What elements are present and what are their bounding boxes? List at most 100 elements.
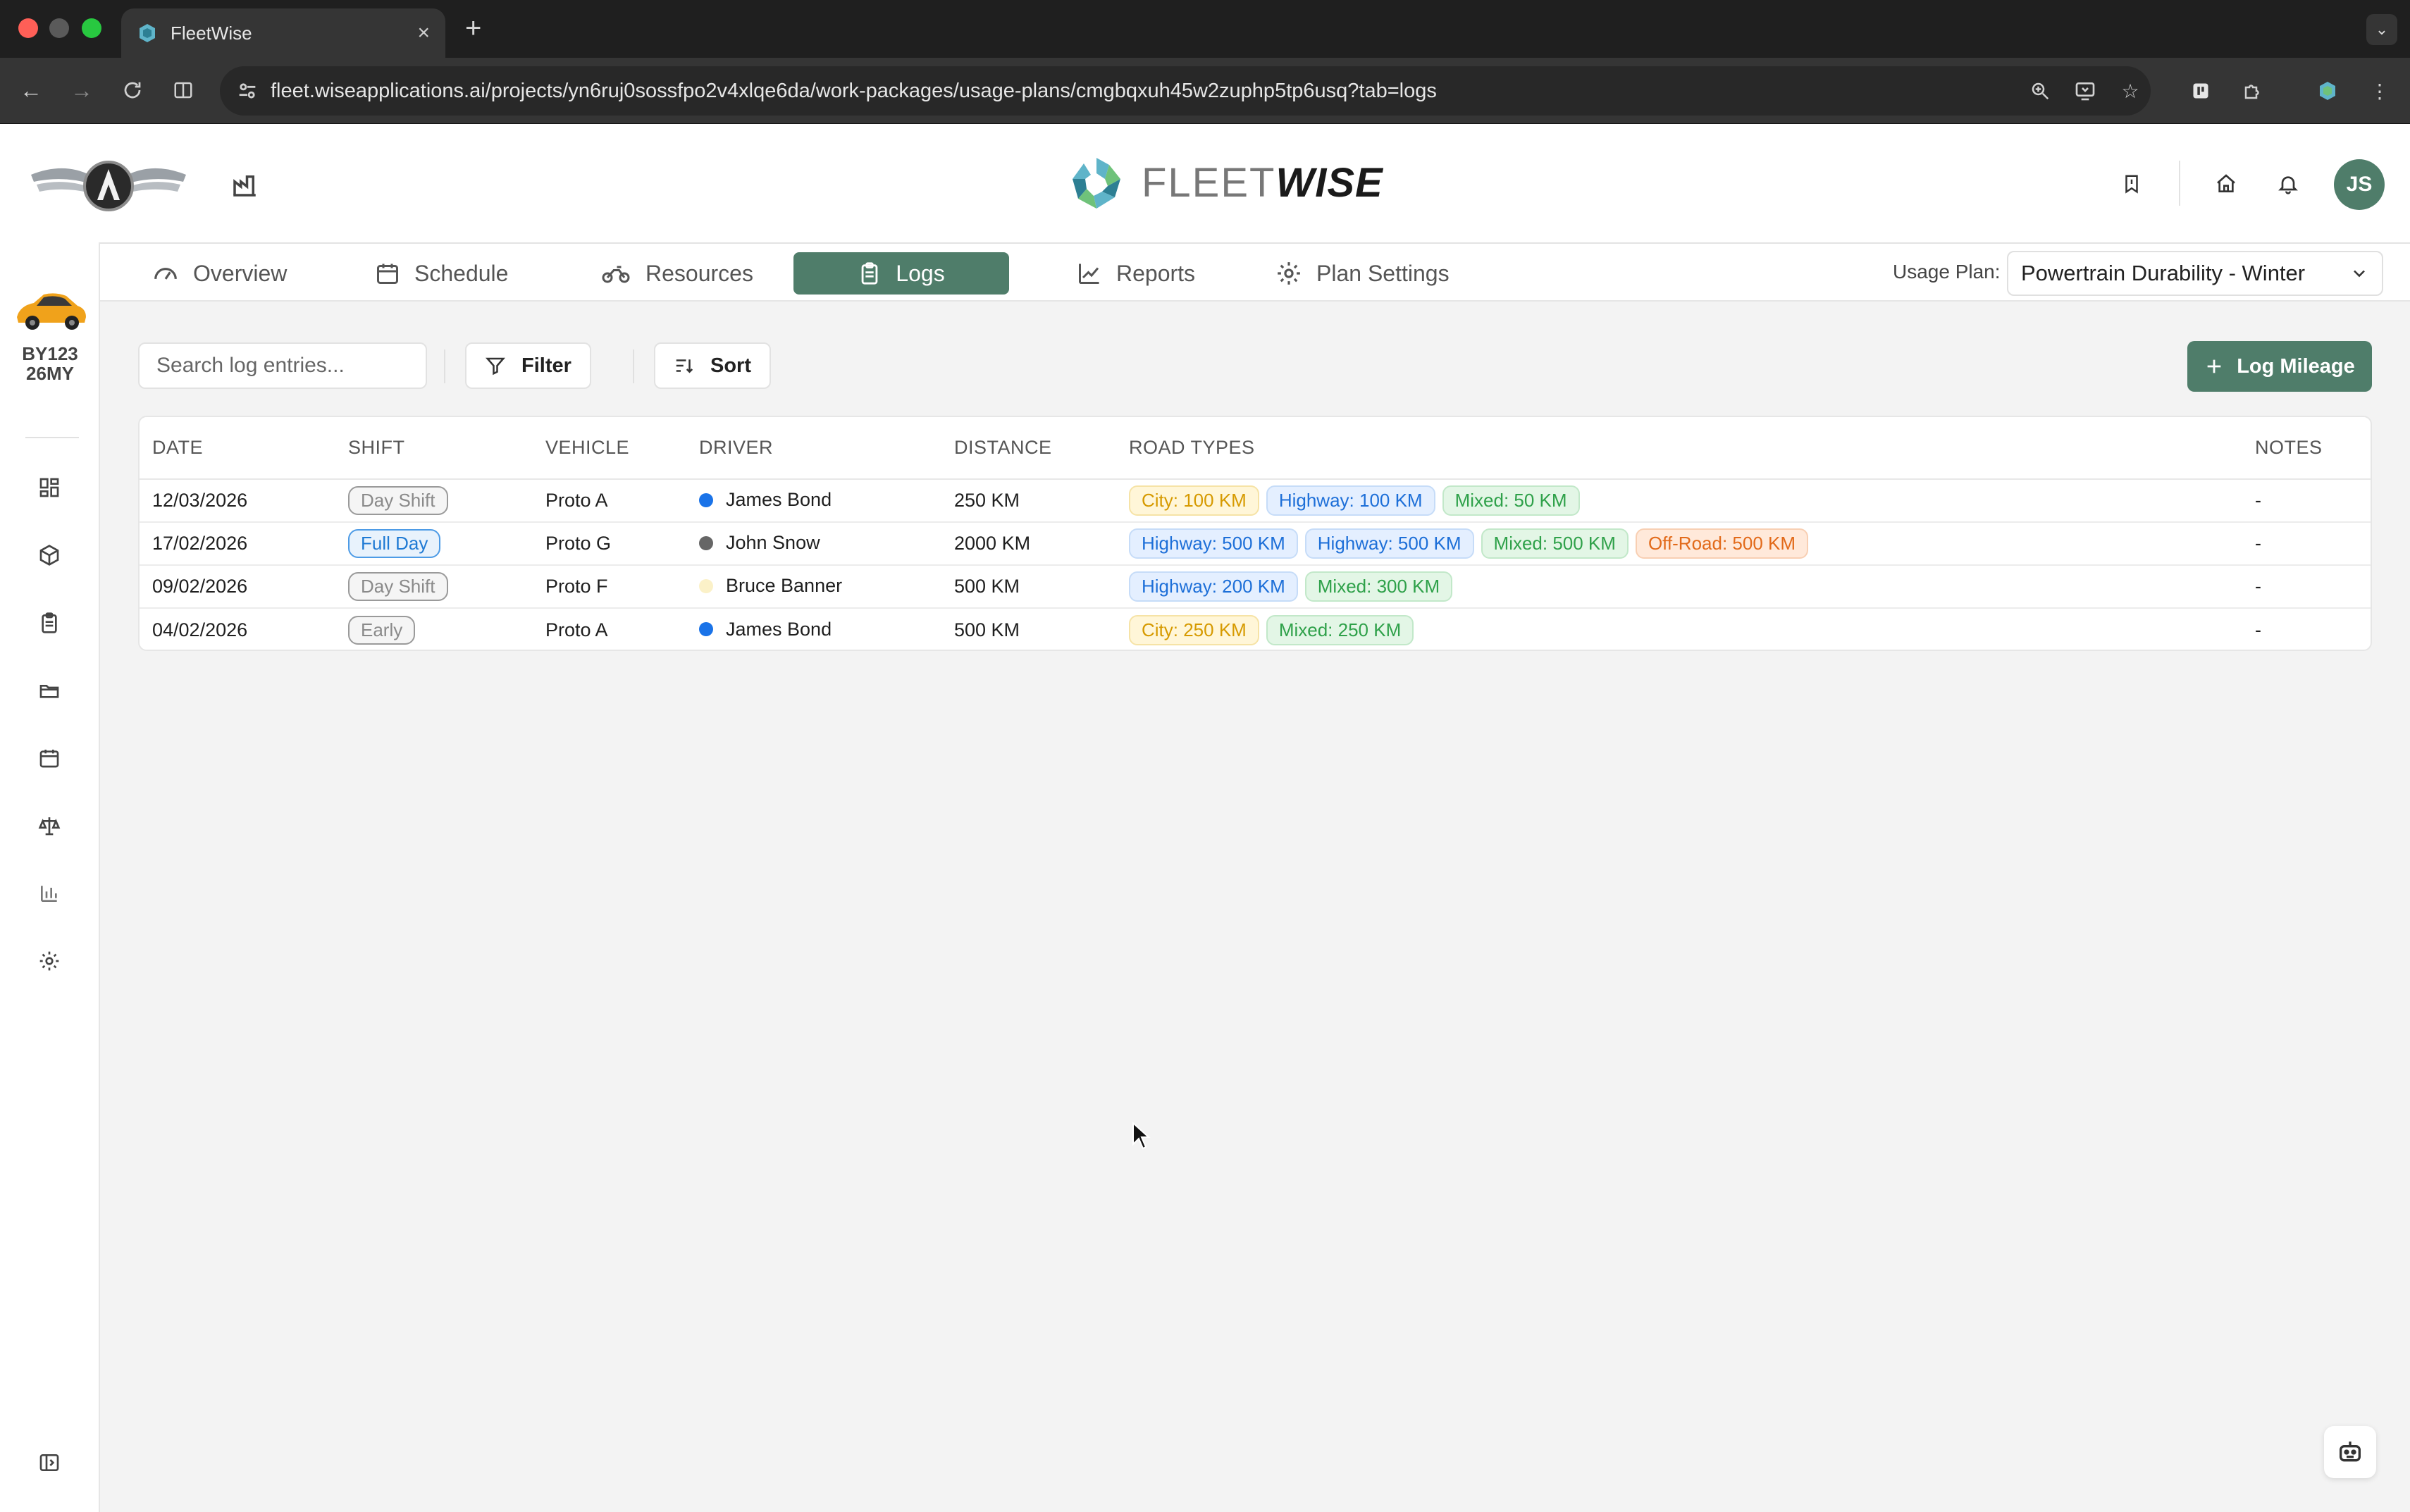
tab-overview[interactable]: Overview	[142, 252, 297, 295]
column-header-distance[interactable]: DISTANCE	[941, 417, 1116, 480]
road-type-tag: Mixed: 250 KM	[1266, 614, 1414, 645]
search-log-entries-input[interactable]	[138, 342, 427, 389]
driver-name: John Snow	[726, 532, 820, 554]
bookmark-icon[interactable]	[2115, 168, 2148, 200]
table-row[interactable]: 17/02/2026 Full Day Proto G John Snow 2000 K…	[140, 522, 2371, 566]
tab-logs[interactable]: Logs	[793, 252, 1009, 295]
folder-icon[interactable]	[35, 676, 63, 705]
cell-notes: -	[2242, 565, 2371, 609]
driver-name: James Bond	[726, 489, 832, 511]
cell-road-types: Highway: 200 KM Mixed: 300 KM	[1116, 565, 2242, 609]
log-mileage-button[interactable]: Log Mileage	[2187, 341, 2372, 392]
maximize-window-button[interactable]	[82, 18, 101, 38]
user-avatar[interactable]: JS	[2334, 159, 2385, 210]
logs-table-card: DATE SHIFT VEHICLE DRIVER DISTANCE ROAD …	[138, 416, 2372, 651]
robot-icon	[2340, 1442, 2361, 1462]
driver-color-dot	[699, 535, 713, 550]
left-sidebar: BY123 26MY	[0, 242, 100, 1512]
filter-button[interactable]: Filter	[465, 342, 591, 389]
bookmark-star-icon[interactable]: ☆	[2115, 76, 2145, 106]
zoom-icon[interactable]	[2025, 76, 2055, 106]
vehicle-thumbnail[interactable]	[13, 286, 89, 334]
tab-reports[interactable]: Reports	[1067, 252, 1205, 295]
tab-schedule[interactable]: Schedule	[365, 252, 518, 295]
bar-chart-icon[interactable]	[35, 879, 63, 907]
clipboard-icon	[861, 262, 878, 285]
column-header-vehicle[interactable]: VEHICLE	[533, 417, 686, 480]
cell-shift: Early	[335, 608, 533, 650]
extension-app-icon[interactable]	[2186, 76, 2216, 106]
tab-plan-settings[interactable]: Plan Settings	[1266, 252, 1459, 295]
column-header-shift[interactable]: SHIFT	[335, 417, 533, 480]
browser-toolbar: ← → fleet.wiseapplications.ai/projects/y…	[0, 58, 2410, 124]
company-logo[interactable]	[24, 154, 193, 217]
column-header-driver[interactable]: DRIVER	[686, 417, 941, 480]
install-app-icon[interactable]	[2070, 76, 2100, 106]
cell-driver: James Bond	[686, 479, 941, 523]
vehicle-plate: BY123 26MY	[22, 343, 78, 384]
column-header-notes[interactable]: NOTES	[2242, 417, 2371, 480]
main-panel: Overview Schedule Resources Logs Reports…	[100, 242, 2410, 1512]
usage-plan-select[interactable]: Powertrain Durability - Winter	[2007, 251, 2383, 296]
sort-button[interactable]: Sort	[654, 342, 771, 389]
split-view-icon[interactable]	[169, 76, 197, 104]
driver-color-dot	[699, 492, 713, 507]
cell-date: 04/02/2026	[152, 619, 248, 640]
gear-icon	[1278, 262, 1300, 285]
url-text: fleet.wiseapplications.ai/projects/yn6ru…	[271, 79, 1437, 102]
close-tab-icon[interactable]: ×	[417, 21, 430, 45]
collapse-sidebar-icon[interactable]	[35, 1449, 63, 1477]
cell-shift: Full Day	[335, 522, 533, 566]
dashboard-icon[interactable]	[35, 473, 63, 502]
minimize-window-button[interactable]	[49, 18, 69, 38]
notifications-bell-icon[interactable]	[2272, 168, 2304, 200]
close-window-button[interactable]	[18, 18, 38, 38]
line-chart-icon	[1079, 264, 1099, 284]
plus-icon	[2207, 359, 2221, 373]
road-type-tag: Highway: 500 KM	[1304, 528, 1474, 559]
toolbar-separator	[444, 349, 445, 383]
browser-tab-title: FleetWise	[171, 22, 252, 44]
calendar-icon[interactable]	[35, 744, 63, 772]
cell-road-types: Highway: 500 KM Highway: 500 KM Mixed: 500…	[1116, 522, 2242, 566]
cell-road-types: City: 100 KM Highway: 100 KM Mixed: 50 KM	[1116, 479, 2242, 523]
shift-badge: Early	[348, 615, 416, 645]
cell-vehicle: Proto A	[545, 619, 608, 640]
road-type-tag: Mixed: 300 KM	[1304, 571, 1453, 602]
box-icon[interactable]	[35, 541, 63, 569]
gauge-icon	[154, 268, 177, 280]
cell-distance: 2000 KM	[941, 522, 1116, 566]
column-header-road-types[interactable]: ROAD TYPES	[1116, 417, 2242, 480]
forward-icon[interactable]: →	[68, 76, 96, 104]
chevron-down-icon	[2354, 270, 2365, 278]
table-row[interactable]: 04/02/2026 Early Proto A James Bond 500 KM Ci…	[140, 608, 2371, 650]
tab-resources[interactable]: Resources	[591, 252, 763, 295]
assistant-bot-button[interactable]	[2324, 1426, 2376, 1478]
column-header-date[interactable]: DATE	[140, 417, 335, 480]
browser-menu-icon[interactable]: ⋮	[2365, 76, 2394, 106]
cell-vehicle: Proto F	[533, 565, 686, 609]
browser-tab[interactable]: FleetWise ×	[121, 8, 445, 58]
table-row[interactable]: 09/02/2026 Day Shift Proto F Bruce Banner 50…	[140, 565, 2371, 609]
driver-name: Bruce Banner	[726, 575, 843, 597]
tab-search-button[interactable]: ⌄	[2366, 14, 2397, 45]
back-icon[interactable]: ←	[17, 76, 45, 104]
site-settings-icon[interactable]	[235, 79, 259, 103]
reload-icon[interactable]	[118, 76, 147, 104]
gear-icon[interactable]	[35, 947, 63, 975]
profile-extension-icon[interactable]	[2313, 76, 2342, 106]
cell-date: 12/03/2026	[140, 479, 335, 523]
new-tab-button[interactable]: +	[465, 13, 481, 44]
factory-chart-icon[interactable]	[230, 171, 259, 200]
fleetwise-favicon-icon	[140, 24, 155, 42]
cell-distance: 250 KM	[941, 479, 1116, 523]
header-divider	[2179, 161, 2180, 206]
address-bar[interactable]: fleet.wiseapplications.ai/projects/yn6ru…	[220, 66, 2151, 116]
home-icon[interactable]	[2210, 168, 2242, 200]
scales-icon[interactable]	[35, 812, 63, 840]
table-row[interactable]: 12/03/2026 Day Shift Proto A James Bond 250 …	[140, 479, 2371, 523]
clipboard-icon[interactable]	[35, 609, 63, 637]
toolbar-separator	[633, 349, 634, 383]
extensions-puzzle-icon[interactable]	[2238, 76, 2268, 106]
road-type-tag: Highway: 500 KM	[1129, 528, 1298, 559]
